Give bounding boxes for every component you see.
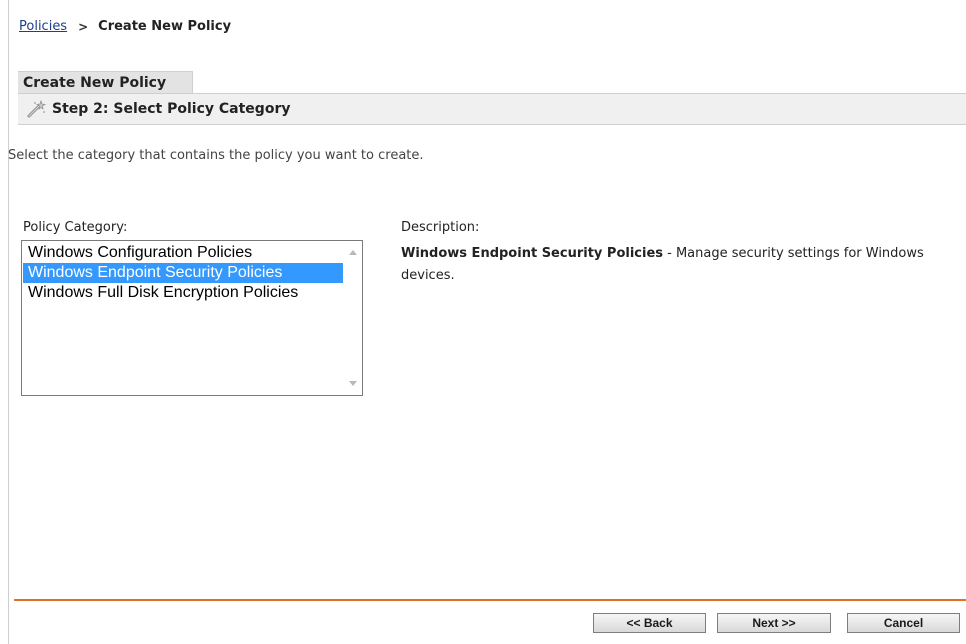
scroll-up-arrow-icon[interactable] xyxy=(349,250,357,255)
next-button[interactable]: Next >> xyxy=(717,613,831,633)
step-title: Step 2: Select Policy Category xyxy=(52,101,291,117)
list-item-windows-endpoint-security-policies[interactable]: Windows Endpoint Security Policies xyxy=(23,263,343,283)
tab-bar: Create New Policy xyxy=(18,71,966,94)
list-item-windows-configuration-policies[interactable]: Windows Configuration Policies xyxy=(23,243,343,263)
magic-wand-icon xyxy=(27,100,46,118)
page: Policies > Create New Policy Create New … xyxy=(0,0,966,644)
breadcrumb-separator: > xyxy=(78,19,89,34)
policy-category-listbox[interactable]: Windows Configuration Policies Windows E… xyxy=(21,240,363,396)
listbox-items: Windows Configuration Policies Windows E… xyxy=(23,243,343,303)
description-title: Windows Endpoint Security Policies xyxy=(401,246,663,261)
cancel-button[interactable]: Cancel xyxy=(847,613,960,633)
breadcrumb-link-policies[interactable]: Policies xyxy=(19,19,67,34)
instruction-text: Select the category that contains the po… xyxy=(8,148,424,163)
list-item-windows-full-disk-encryption-policies[interactable]: Windows Full Disk Encryption Policies xyxy=(23,283,343,303)
step-header: Step 2: Select Policy Category xyxy=(18,94,966,125)
footer-divider xyxy=(14,599,966,601)
description-text: Windows Endpoint Security Policies - Man… xyxy=(401,243,951,287)
description-label: Description: xyxy=(401,220,480,235)
policy-category-label: Policy Category: xyxy=(23,220,128,235)
back-button[interactable]: << Back xyxy=(593,613,706,633)
frame-border xyxy=(8,0,9,644)
tab-create-new-policy: Create New Policy xyxy=(18,71,193,93)
scroll-down-arrow-icon[interactable] xyxy=(349,381,357,386)
listbox-scrollbar[interactable] xyxy=(344,241,362,395)
breadcrumb: Policies > Create New Policy xyxy=(19,19,231,34)
breadcrumb-current: Create New Policy xyxy=(98,19,232,34)
